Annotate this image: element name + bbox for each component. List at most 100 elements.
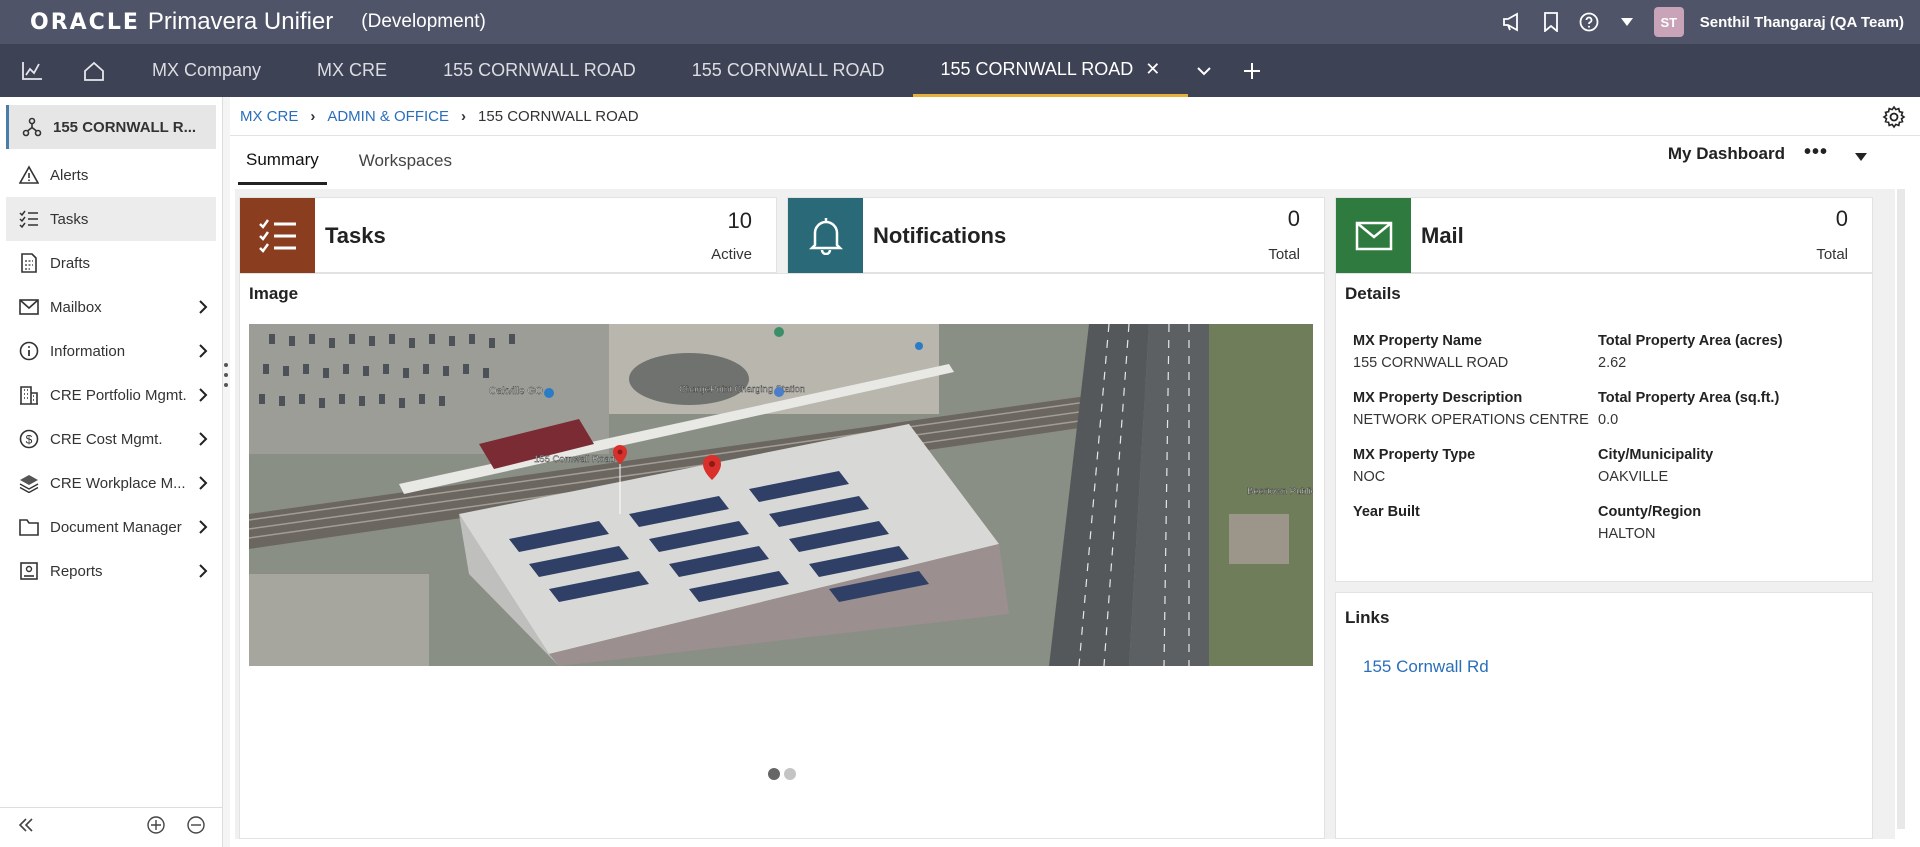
oracle-logo: ORACLE	[30, 9, 140, 35]
aerial-map-graphic: Oakville GO ChargePoint Charging Station…	[249, 324, 1313, 666]
sidebar-item-155-cornwall[interactable]: 155 CORNWALL R...	[6, 105, 216, 149]
carousel-dot-active[interactable]	[768, 768, 780, 780]
chevron-right-icon	[199, 564, 208, 578]
kpi-value: 0	[1287, 206, 1300, 231]
drafts-icon	[18, 252, 40, 274]
collapse-sidebar-icon[interactable]	[18, 817, 34, 838]
top-bar: ORACLE Primavera Unifier (Development) S…	[0, 0, 1920, 44]
sidebar-item-alerts[interactable]: Alerts	[0, 153, 222, 197]
tab-mx-company[interactable]: MX Company	[124, 44, 289, 97]
panel-title: Image	[249, 284, 299, 303]
sidebar-item-tasks[interactable]: Tasks	[6, 197, 216, 241]
svg-text:155 Cornwall Road: 155 Cornwall Road	[534, 454, 615, 465]
avatar[interactable]: ST	[1653, 7, 1684, 37]
field-label: MX Property Description	[1353, 390, 1523, 406]
property-aerial-image[interactable]: Oakville GO ChargePoint Charging Station…	[249, 324, 1313, 666]
tab-155-cornwall-active[interactable]: 155 CORNWALL ROAD ✕	[912, 44, 1189, 97]
tab-label: Summary	[246, 149, 319, 169]
sidebar-resize-handle[interactable]	[222, 360, 230, 390]
notifications-card[interactable]: Notifications 0 Total	[787, 197, 1325, 274]
svg-text:Oakville GO: Oakville GO	[489, 386, 543, 397]
field-value: HALTON	[1598, 526, 1656, 542]
main-content: MX CRE › ADMIN & OFFICE › 155 CORNWALL R…	[230, 97, 1920, 847]
sidebar-item-mailbox[interactable]: Mailbox	[0, 285, 222, 329]
tab-bar: MX Company MX CRE 155 CORNWALL ROAD 155 …	[0, 44, 1920, 97]
expand-all-icon[interactable]	[146, 815, 166, 840]
tab-label: 155 CORNWALL ROAD	[691, 60, 885, 80]
sidebar-item-label: Mailbox	[50, 298, 102, 316]
warning-icon	[18, 164, 40, 186]
breadcrumb-divider	[230, 135, 1920, 136]
user-name[interactable]: Senthil Thangaraj (QA Team)	[1700, 14, 1904, 31]
sidebar-item-label: Alerts	[50, 166, 89, 184]
chevron-right-icon	[199, 388, 208, 402]
info-icon	[18, 340, 40, 362]
sidebar: 155 CORNWALL R... Alerts Tasks Drafts Ma…	[0, 97, 223, 847]
subtabs: Summary Workspaces	[238, 137, 484, 185]
sidebar-item-label: CRE Portfolio Mgmt.	[50, 386, 187, 404]
field-label: County/Region	[1598, 504, 1702, 520]
kpi-title: Notifications	[873, 223, 1007, 248]
mail-card-icon-box	[1336, 198, 1411, 274]
brand[interactable]: ORACLE Primavera Unifier (Development)	[30, 8, 486, 36]
mail-icon	[18, 296, 40, 318]
folder-icon	[18, 516, 40, 538]
chevron-down-icon[interactable]	[1188, 44, 1220, 97]
sidebar-item-cre-portfolio[interactable]: CRE Portfolio Mgmt.	[0, 373, 222, 417]
kpi-value: 0	[1835, 206, 1848, 231]
notifications-card-icon-box	[788, 198, 863, 274]
property-link[interactable]: 155 Cornwall Rd	[1363, 657, 1489, 677]
kpi-value: 10	[727, 208, 752, 233]
sidebar-item-information[interactable]: Information	[0, 329, 222, 373]
add-tab-icon[interactable]	[1236, 44, 1268, 97]
svg-text:$: $	[26, 433, 33, 447]
analytics-icon[interactable]	[16, 44, 48, 97]
mail-card[interactable]: Mail 0 Total	[1335, 197, 1873, 274]
close-icon[interactable]: ✕	[1145, 59, 1160, 80]
bookmark-icon[interactable]	[1540, 11, 1562, 33]
help-icon[interactable]	[1578, 11, 1600, 33]
kpi-subtitle: Total	[1816, 246, 1848, 263]
breadcrumb-link-mx-cre[interactable]: MX CRE	[240, 108, 298, 125]
home-icon[interactable]	[78, 44, 110, 97]
field-value: OAKVILLE	[1598, 469, 1669, 485]
field-value: NOC	[1353, 469, 1386, 485]
sidebar-item-cre-workplace[interactable]: CRE Workplace M...	[0, 461, 222, 505]
panel-title: Links	[1345, 608, 1390, 627]
tab-155-cornwall-2[interactable]: 155 CORNWALL ROAD	[664, 44, 913, 97]
scrollbar[interactable]	[1897, 189, 1905, 829]
announcement-icon[interactable]	[1502, 11, 1524, 33]
tab-label: Workspaces	[358, 151, 452, 170]
dollar-icon: $	[18, 428, 40, 450]
sidebar-item-label: CRE Workplace M...	[50, 474, 186, 492]
carousel-dot[interactable]	[784, 768, 796, 780]
sidebar-item-cre-cost[interactable]: $ CRE Cost Mgmt.	[0, 417, 222, 461]
dashboard-title[interactable]: My Dashboard	[1668, 144, 1785, 164]
links-panel: Links 155 Cornwall Rd	[1335, 592, 1873, 839]
tab-summary[interactable]: Summary	[238, 137, 327, 185]
tab-workspaces[interactable]: Workspaces	[351, 137, 460, 185]
image-panel: Image Oakville GO ChargePoint Charging S…	[239, 273, 1325, 839]
kpi-subtitle: Total	[1268, 246, 1300, 263]
report-icon	[18, 560, 40, 582]
field-label: Total Property Area (sq.ft.)	[1598, 390, 1780, 406]
svg-text:ChargePoint Charging Station: ChargePoint Charging Station	[679, 384, 805, 395]
tab-mx-cre[interactable]: MX CRE	[289, 44, 415, 97]
gear-icon[interactable]	[1882, 105, 1906, 129]
collapse-all-icon[interactable]	[186, 815, 206, 840]
dashboard-menu-caret-icon[interactable]	[1854, 149, 1868, 161]
mail-icon	[1355, 221, 1392, 251]
help-menu-caret-icon[interactable]	[1616, 11, 1638, 33]
tasks-card[interactable]: Tasks 10 Active	[239, 197, 777, 274]
more-options-icon[interactable]: •••	[1804, 141, 1828, 164]
tab-155-cornwall-1[interactable]: 155 CORNWALL ROAD	[415, 44, 664, 97]
sidebar-item-label: Reports	[50, 562, 103, 580]
sidebar-item-reports[interactable]: Reports	[0, 549, 222, 593]
tab-label: MX CRE	[317, 60, 388, 80]
kpi-title: Mail	[1421, 223, 1464, 248]
sidebar-item-drafts[interactable]: Drafts	[0, 241, 222, 285]
sidebar-item-document-manager[interactable]: Document Manager	[0, 505, 222, 549]
breadcrumb-link-admin-office[interactable]: ADMIN & OFFICE	[327, 108, 449, 125]
field-value: NETWORK OPERATIONS CENTRE	[1353, 412, 1589, 428]
building-icon	[18, 384, 40, 406]
